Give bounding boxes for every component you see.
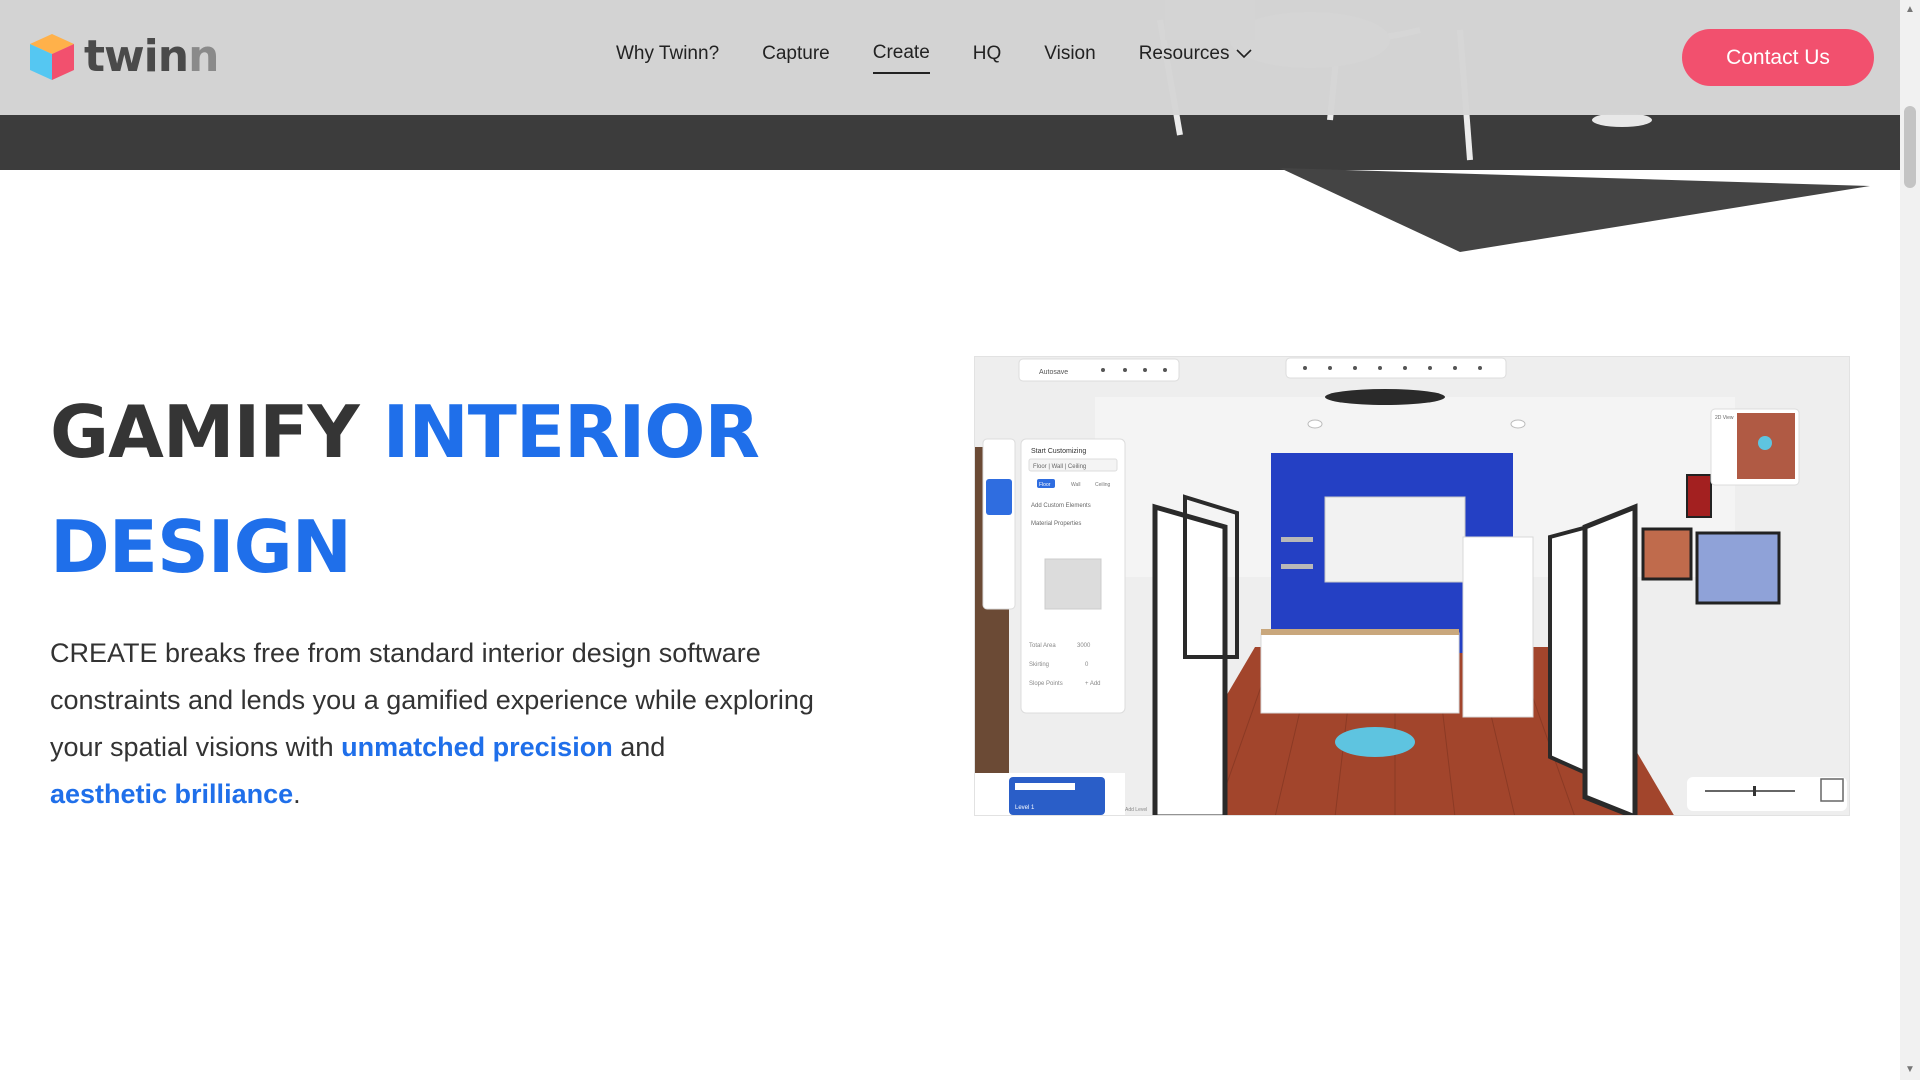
main-nav: Why Twinn? Capture Create HQ Vision Reso… xyxy=(616,42,1295,74)
page-scrollbar[interactable]: ▲ ▼ xyxy=(1900,0,1920,1080)
app-autosave-label: Autosave xyxy=(1039,369,1068,376)
panel-tab-wall: Wall xyxy=(1071,482,1081,488)
desc-text3: . xyxy=(293,779,301,809)
nav-why-twinn[interactable]: Why Twinn? xyxy=(616,43,719,73)
app-zoom-control xyxy=(1687,777,1847,811)
nav-vision[interactable]: Vision xyxy=(1044,43,1095,73)
panel-tab-ceiling: Ceiling xyxy=(1095,482,1111,488)
panel-title: Start Customizing xyxy=(1031,448,1086,455)
app-tool-rail xyxy=(982,438,1016,610)
logo[interactable]: twinn xyxy=(26,30,219,82)
headline-part1: GAMIFY xyxy=(50,390,383,474)
logo-text: twinn xyxy=(84,30,219,82)
panel-total-area: Total Area xyxy=(1029,643,1056,649)
link-aesthetic-brilliance[interactable]: aesthetic brilliance xyxy=(50,779,293,809)
panel-tab-floor: Floor xyxy=(1039,482,1051,488)
panel-add-elements: Add Custom Elements xyxy=(1031,503,1091,509)
page-headline: GAMIFY INTERIOR DESIGN xyxy=(50,375,910,605)
app-toolbar-edit xyxy=(1285,357,1507,379)
contact-us-button[interactable]: Contact Us xyxy=(1682,29,1874,86)
nav-resources-label: Resources xyxy=(1138,43,1230,64)
panel-skirting: Skirting xyxy=(1029,662,1049,668)
logo-cube-icon xyxy=(30,34,74,80)
site-header: twinn Why Twinn? Capture Create HQ Visio… xyxy=(0,0,1900,115)
app-preview-scene: Autosave Start Customizing Floor | Wall … xyxy=(975,357,1849,815)
floor-shadow xyxy=(1280,168,1870,252)
nav-capture[interactable]: Capture xyxy=(762,43,830,73)
minimap-label: 2D View xyxy=(1715,415,1734,421)
floor-rug xyxy=(1335,727,1415,757)
app-preview-image: Autosave Start Customizing Floor | Wall … xyxy=(974,356,1850,816)
panel-select: Floor | Wall | Ceiling xyxy=(1033,464,1086,470)
panel-material: Material Properties xyxy=(1031,521,1081,527)
nav-hq[interactable]: HQ xyxy=(973,43,1002,73)
headline-part2: INTERIOR xyxy=(382,390,760,474)
nav-resources[interactable]: Resources xyxy=(1139,43,1252,73)
chevron-down-icon xyxy=(1235,49,1252,59)
level-label: Level 1 xyxy=(1015,805,1035,811)
scroll-down-arrow-icon[interactable]: ▼ xyxy=(1905,1064,1915,1075)
headline-part3: DESIGN xyxy=(50,505,352,589)
scrollbar-thumb[interactable] xyxy=(1904,106,1916,188)
nav-create[interactable]: Create xyxy=(872,42,930,74)
add-level: Add Level xyxy=(1125,807,1147,813)
link-unmatched-precision[interactable]: unmatched precision xyxy=(341,732,613,762)
hero-description: CREATE breaks free from standard interio… xyxy=(50,630,870,818)
panel-slope: Slope Points xyxy=(1029,681,1063,687)
desc-text2: and xyxy=(612,732,666,762)
panel-add: + Add xyxy=(1085,681,1101,687)
panel-total-area-value: 3000 xyxy=(1077,643,1091,649)
scroll-up-arrow-icon[interactable]: ▲ xyxy=(1905,4,1915,15)
